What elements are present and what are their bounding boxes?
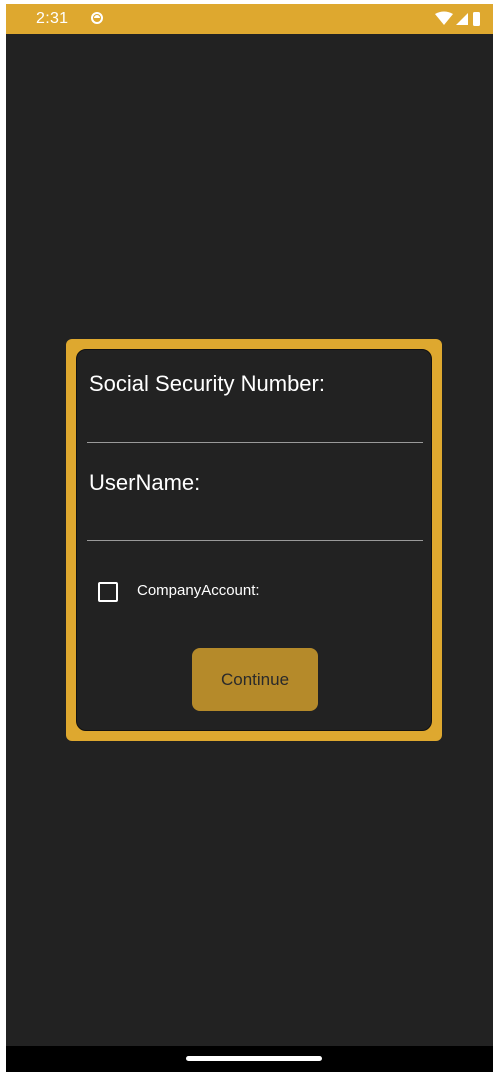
cell-signal-icon: [456, 13, 468, 25]
home-gesture-handle[interactable]: [186, 1056, 322, 1061]
company-account-checkbox[interactable]: [98, 582, 118, 602]
login-card-body: Social Security Number: UserName: Compan…: [76, 349, 432, 731]
battery-icon: [473, 12, 480, 26]
ssn-input[interactable]: [87, 409, 423, 443]
username-label: UserName:: [89, 470, 201, 495]
username-input[interactable]: [87, 507, 423, 541]
continue-button[interactable]: Continue: [192, 648, 318, 711]
app-screen: 2:31 Social Security Number: UserName: C…: [6, 4, 493, 1072]
wifi-icon: [435, 11, 453, 25]
app-notification-icon: [91, 12, 103, 24]
company-account-label: CompanyAccount:: [137, 582, 260, 599]
status-icons: [435, 11, 483, 27]
ssn-label: Social Security Number:: [89, 371, 325, 396]
navigation-bar: [6, 1046, 493, 1072]
login-card: Social Security Number: UserName: Compan…: [66, 339, 442, 741]
status-bar: 2:31: [6, 4, 493, 34]
status-time: 2:31: [36, 10, 69, 27]
